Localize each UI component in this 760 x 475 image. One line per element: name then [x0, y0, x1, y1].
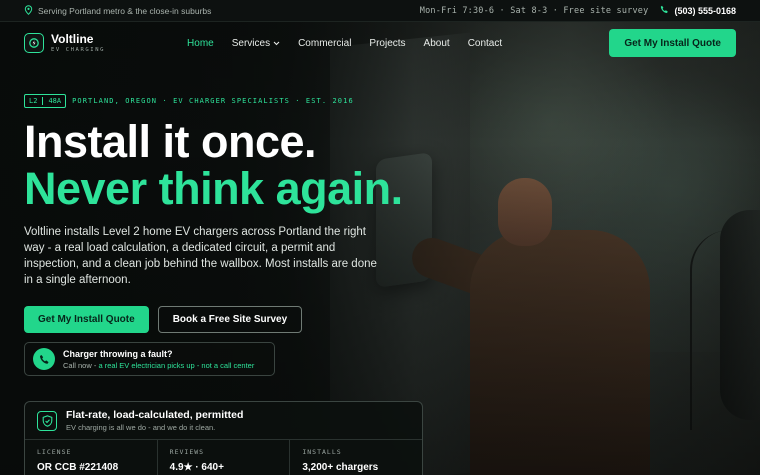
stat-value: 3,200+ chargers: [302, 462, 379, 473]
fault-callout[interactable]: Charger throwing a fault? Call now - a r…: [24, 342, 275, 376]
fault-title: Charger throwing a fault?: [63, 348, 173, 359]
nav-menu: Home Services Commercial Projects About …: [187, 38, 502, 49]
nav-item-about[interactable]: About: [424, 38, 450, 49]
fault-lead: Call now -: [63, 360, 99, 370]
level-label: L2: [29, 97, 38, 105]
hero-headline: Install it once. Never think again.: [24, 118, 444, 212]
stat-label: REVIEWS: [169, 448, 205, 456]
stat-reviews: REVIEWS 4.9★ · 640+: [158, 440, 291, 475]
chevron-down-icon: [273, 41, 280, 46]
charger-spec-badge: L2 48A: [24, 94, 67, 108]
nav-quote-button[interactable]: Get My Install Quote: [609, 29, 736, 57]
top-info-bar: Serving Portland metro & the close-in su…: [0, 0, 760, 22]
brand-logo[interactable]: Voltline EV CHARGING: [24, 33, 105, 54]
phone-link[interactable]: (503) 555-0168: [660, 5, 736, 16]
nav-item-services[interactable]: Services: [232, 38, 280, 49]
stat-installs: INSTALLS 3,200+ chargers: [290, 440, 422, 475]
nav-item-commercial[interactable]: Commercial: [298, 38, 351, 49]
stat-label: LICENSE: [37, 448, 72, 456]
hero-description: Voltline installs Level 2 home EV charge…: [24, 226, 377, 286]
business-hours: Mon-Fri 7:30-6 · Sat 8-3 · Free site sur…: [419, 5, 649, 16]
hero-buttons: Get My Install Quote Book a Free Site Su…: [24, 306, 444, 333]
brand-name: Voltline: [51, 31, 94, 46]
nav-item-contact[interactable]: Contact: [468, 38, 502, 49]
trust-card-subtitle: EV charging is all we do - and we do it …: [66, 423, 216, 432]
brand-subtitle: EV CHARGING: [51, 46, 106, 53]
headline-line-1: Install it once.: [24, 116, 317, 167]
phone-number: (503) 555-0168: [674, 5, 736, 16]
hero-tagline: PORTLAND, OREGON · EV CHARGER SPECIALIST…: [72, 97, 354, 105]
site-survey-button[interactable]: Book a Free Site Survey: [157, 306, 303, 333]
stat-label: INSTALLS: [302, 448, 342, 456]
main-navigation: Voltline EV CHARGING Home Services Comme…: [0, 22, 760, 64]
fault-highlight: a real EV electrician picks up - not a c…: [98, 360, 255, 370]
nav-item-home[interactable]: Home: [187, 38, 214, 49]
map-pin-icon: [24, 4, 33, 17]
phone-icon: [660, 5, 669, 16]
nav-item-projects[interactable]: Projects: [369, 38, 405, 49]
nav-item-label: Services: [231, 37, 271, 49]
hero-tag-row: L2 48A PORTLAND, OREGON · EV CHARGER SPE…: [24, 94, 444, 108]
trust-stats: LICENSE OR CCB #221408 REVIEWS 4.9★ · 64…: [25, 440, 422, 475]
stat-value: 4.9★ · 640+: [169, 462, 224, 473]
fault-subtitle: Call now - a real EV electrician picks u…: [63, 361, 254, 370]
hero-content: L2 48A PORTLAND, OREGON · EV CHARGER SPE…: [24, 94, 444, 376]
trust-card-title: Flat-rate, load-calculated, permitted: [66, 409, 244, 421]
install-quote-button[interactable]: Get My Install Quote: [24, 306, 149, 333]
stat-value: OR CCB #221408: [37, 462, 119, 473]
headline-line-2: Never think again.: [24, 163, 403, 214]
amperage-label: 48A: [42, 97, 61, 105]
plug-icon: [24, 33, 44, 53]
phone-circle-icon: [33, 348, 55, 370]
shield-icon: [37, 410, 57, 431]
stat-license: LICENSE OR CCB #221408: [25, 440, 158, 475]
service-area-text: Serving Portland metro & the close-in su…: [38, 5, 212, 16]
trust-card-header: Flat-rate, load-calculated, permitted EV…: [25, 402, 422, 440]
trust-card: Flat-rate, load-calculated, permitted EV…: [24, 401, 423, 475]
